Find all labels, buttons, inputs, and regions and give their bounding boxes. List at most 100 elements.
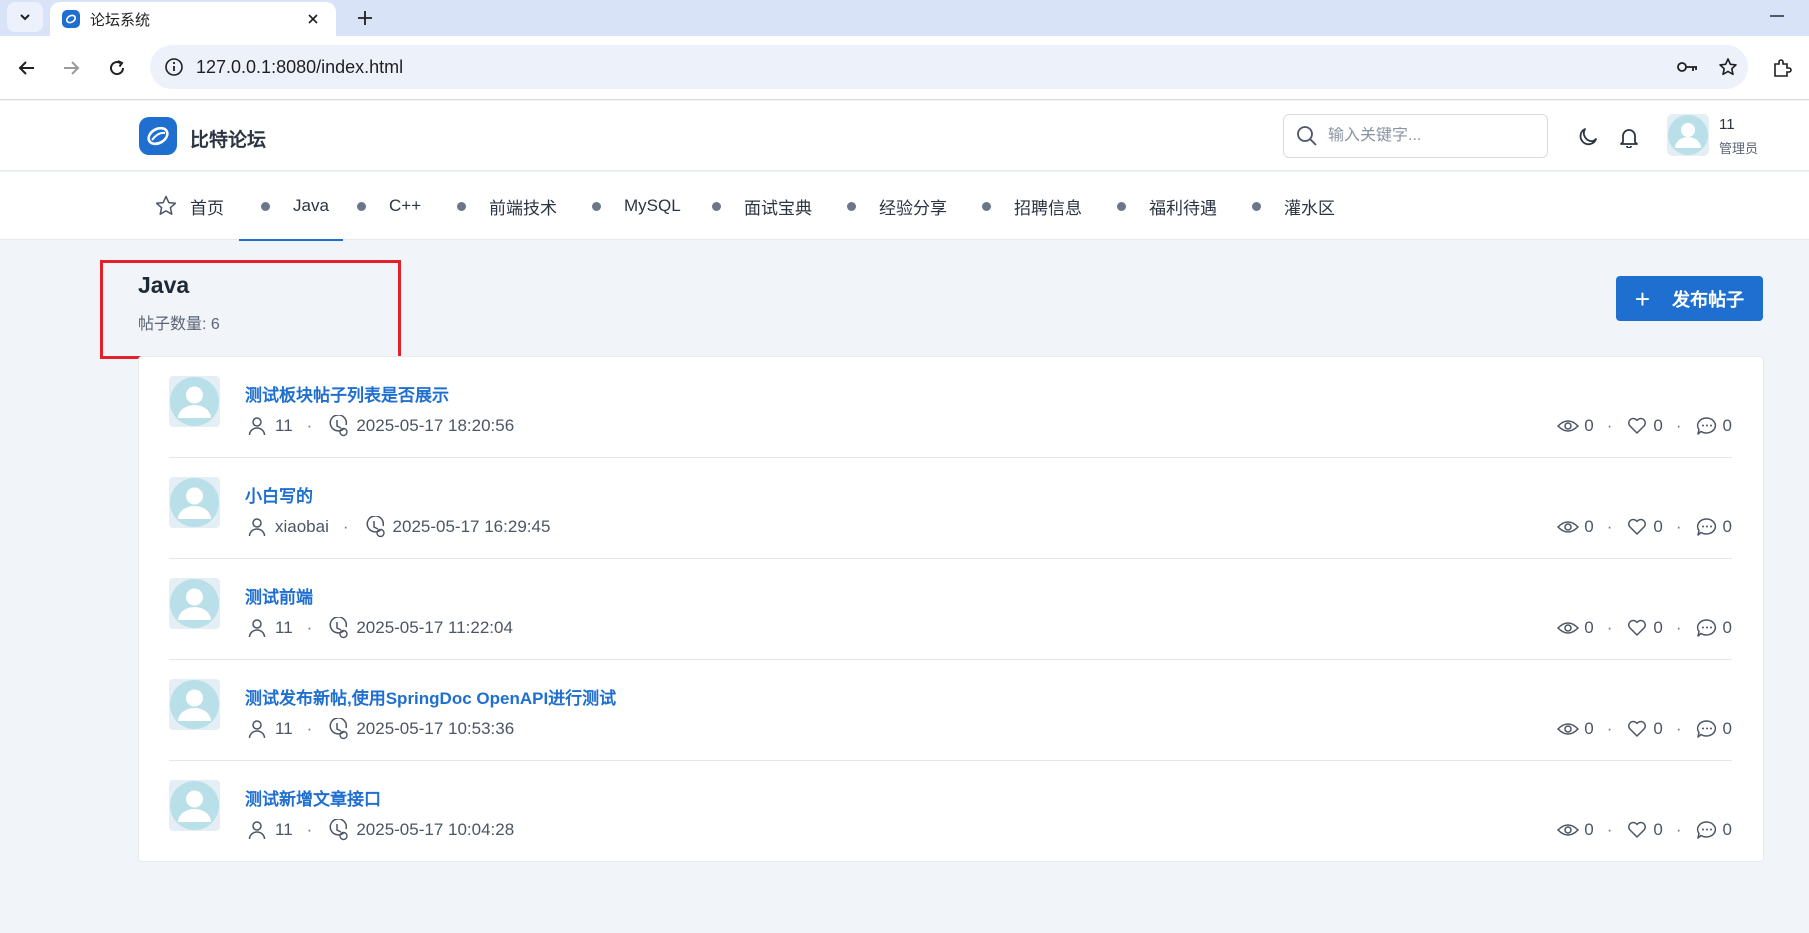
separator-dot: · <box>1606 618 1613 637</box>
post-stats: 0 · 0 · 0 <box>1556 515 1732 539</box>
list-item: 测试新增文章接口 11 · 2025-05-17 10:04:28 0 · 0 … <box>169 761 1732 862</box>
notification-bell-icon[interactable] <box>1615 123 1643 151</box>
reload-icon <box>110 60 125 76</box>
comment-bubble-icon[interactable] <box>1695 616 1719 640</box>
heart-icon[interactable] <box>1625 515 1649 539</box>
author-avatar[interactable] <box>169 679 220 730</box>
browser-tab[interactable]: 论坛系统 <box>50 2 336 36</box>
user-icon <box>245 717 269 741</box>
list-item: 小白写的 xiaobai · 2025-05-17 16:29:45 0 · 0… <box>169 458 1732 559</box>
post-title-link[interactable]: 测试板块帖子列表是否展示 <box>245 381 449 406</box>
user-avatar[interactable] <box>1667 114 1709 156</box>
post-author[interactable]: 11 <box>275 719 293 739</box>
window-minimize-button[interactable] <box>1762 4 1792 28</box>
eye-icon <box>1556 616 1580 640</box>
comment-count: 0 <box>1722 618 1732 637</box>
author-avatar[interactable] <box>169 578 220 629</box>
post-stats: 0 · 0 · 0 <box>1556 414 1732 438</box>
nav-category-cpp[interactable]: C++ <box>357 172 421 240</box>
nav-category-label: C++ <box>389 196 422 215</box>
post-author[interactable]: 11 <box>275 820 293 840</box>
comment-bubble-icon[interactable] <box>1695 717 1719 741</box>
dark-mode-toggle-moon-icon[interactable] <box>1574 123 1602 151</box>
heart-icon[interactable] <box>1625 717 1649 741</box>
post-stats: 0 · 0 · 0 <box>1556 717 1732 741</box>
bullet-dot-icon <box>1252 201 1261 211</box>
address-bar[interactable]: 127.0.0.1:8080/index.html <box>150 45 1748 89</box>
clock-icon <box>326 414 350 438</box>
separator-dot: · <box>306 820 313 839</box>
author-avatar[interactable] <box>169 376 220 427</box>
post-title-link[interactable]: 小白写的 <box>245 482 313 507</box>
list-item: 测试板块帖子列表是否展示 11 · 2025-05-17 18:20:56 0 … <box>169 357 1732 458</box>
list-item: 测试前端 11 · 2025-05-17 11:22:04 0 · 0 · 0 <box>169 559 1732 660</box>
url-host: 127.0.0.1 <box>196 56 272 77</box>
separator-dot: · <box>1675 416 1682 435</box>
user-name[interactable]: 11 <box>1719 116 1735 133</box>
eye-icon <box>1556 717 1580 741</box>
comment-count: 0 <box>1722 416 1732 435</box>
default-avatar-icon <box>170 579 219 628</box>
author-avatar[interactable] <box>169 477 220 528</box>
reload-button[interactable] <box>102 53 132 83</box>
bookmark-star-icon[interactable] <box>1708 47 1748 87</box>
site-name[interactable]: 比特论坛 <box>190 125 266 152</box>
clock-icon <box>363 515 387 539</box>
new-tab-button[interactable] <box>350 3 380 33</box>
site-header: 比特论坛 11 管理员 <box>0 101 1809 171</box>
post-stats: 0 · 0 · 0 <box>1556 616 1732 640</box>
post-title-link[interactable]: 测试新增文章接口 <box>245 785 381 810</box>
heart-icon[interactable] <box>1625 818 1649 842</box>
nav-category-experience[interactable]: 经验分享 <box>847 172 947 240</box>
nav-category-interview[interactable]: 面试宝典 <box>712 172 812 240</box>
separator-dot: · <box>1675 820 1682 839</box>
post-author[interactable]: 11 <box>275 618 293 638</box>
bullet-dot-icon <box>1117 201 1126 211</box>
tab-close-icon[interactable] <box>300 6 326 32</box>
nav-category-chat[interactable]: 灌水区 <box>1252 172 1335 240</box>
browser-tab-bar: 论坛系统 <box>0 0 1809 36</box>
search-input[interactable] <box>1328 127 1528 145</box>
bullet-dot-icon <box>847 201 856 211</box>
comment-bubble-icon[interactable] <box>1695 515 1719 539</box>
heart-icon[interactable] <box>1625 616 1649 640</box>
heart-icon[interactable] <box>1625 414 1649 438</box>
nav-category-java[interactable]: Java <box>239 172 343 241</box>
post-time: 2025-05-17 16:29:45 <box>392 517 551 536</box>
nav-category-jobs[interactable]: 招聘信息 <box>982 172 1082 240</box>
arrow-right-icon <box>64 61 80 75</box>
post-author[interactable]: xiaobai <box>275 517 329 537</box>
browser-toolbar: 127.0.0.1:8080/index.html <box>0 36 1809 100</box>
nav-category-frontend[interactable]: 前端技术 <box>457 172 557 240</box>
separator-dot: · <box>342 517 349 536</box>
comment-count: 0 <box>1722 820 1732 839</box>
site-info-icon[interactable] <box>152 45 196 89</box>
extensions-button[interactable] <box>1767 53 1797 83</box>
password-key-icon[interactable] <box>1668 47 1708 87</box>
comment-bubble-icon[interactable] <box>1695 414 1719 438</box>
post-title-link[interactable]: 测试发布新帖,使用SpringDoc OpenAPI进行测试 <box>245 684 616 709</box>
forward-button[interactable] <box>56 53 86 83</box>
comment-bubble-icon[interactable] <box>1695 818 1719 842</box>
tab-search-button[interactable] <box>7 2 43 32</box>
view-count: 0 <box>1584 618 1594 637</box>
star-icon <box>155 195 177 215</box>
post-title-link[interactable]: 测试前端 <box>245 583 313 608</box>
post-author[interactable]: 11 <box>275 416 293 436</box>
site-favicon-icon <box>62 10 80 28</box>
eye-icon <box>1556 515 1580 539</box>
nav-category-benefits[interactable]: 福利待遇 <box>1117 172 1217 240</box>
bullet-dot-icon <box>712 201 721 211</box>
site-logo-icon[interactable] <box>139 117 177 155</box>
back-button[interactable] <box>12 53 42 83</box>
eye-icon <box>1556 818 1580 842</box>
author-avatar[interactable] <box>169 780 220 831</box>
separator-dot: · <box>306 719 313 738</box>
nav-category-label: 经验分享 <box>879 198 947 218</box>
nav-category-mysql[interactable]: MySQL <box>592 172 681 240</box>
publish-post-button[interactable]: + 发布帖子 <box>1616 276 1763 321</box>
separator-dot: · <box>306 618 313 637</box>
nav-home[interactable]: 首页 <box>154 172 224 240</box>
bullet-dot-icon <box>457 201 466 211</box>
post-time: 2025-05-17 10:53:36 <box>356 719 515 738</box>
